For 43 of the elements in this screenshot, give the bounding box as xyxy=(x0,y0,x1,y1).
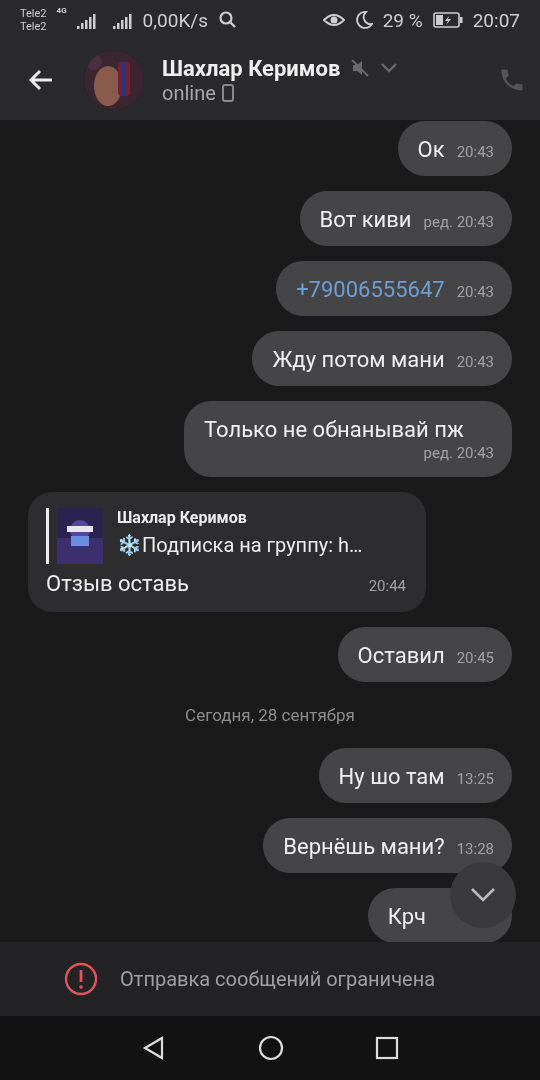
phone-device-icon xyxy=(221,83,234,102)
signal-icon xyxy=(112,11,133,29)
eye-icon xyxy=(322,12,345,28)
message-text: Вернёшь мани? xyxy=(283,833,445,861)
message-time: ред. 20:43 xyxy=(423,444,494,462)
message-time: 20:45 xyxy=(456,649,494,667)
signal-icon xyxy=(76,11,97,29)
message-text: Жду потом мани xyxy=(272,346,445,374)
carrier-label: Tele2 xyxy=(20,20,47,33)
home-nav-icon[interactable] xyxy=(258,1035,284,1061)
battery-icon xyxy=(432,12,463,28)
warning-icon xyxy=(64,962,98,996)
search-icon xyxy=(217,10,238,30)
message-time: 13:25 xyxy=(456,770,494,788)
restriction-notice: Отправка сообщений ограничена xyxy=(120,967,436,991)
carrier-label: Tele2 xyxy=(20,7,47,20)
message-time: 13:28 xyxy=(456,840,494,858)
message-time: 20:43 xyxy=(456,143,494,161)
message-text: Отзыв оставь xyxy=(46,570,189,598)
message-time: 20:43 xyxy=(456,283,494,301)
recents-nav-icon[interactable] xyxy=(375,1036,400,1060)
moon-icon xyxy=(354,11,373,29)
message-time: 20:44 xyxy=(368,577,406,595)
message-time: 20:43 xyxy=(456,353,494,371)
message-text: Ок xyxy=(417,136,445,164)
quote-text: ❄Подписка на группу: h… xyxy=(117,533,363,557)
message-text: Крч xyxy=(387,903,426,931)
network-type: 4G xyxy=(56,6,67,15)
online-status: online xyxy=(162,80,216,105)
chevron-down-icon xyxy=(470,887,496,903)
message-text: Оставил xyxy=(357,642,445,670)
message-time: ред. 20:43 xyxy=(423,213,494,231)
battery-percent: 29 % xyxy=(382,8,423,32)
chevron-down-icon[interactable] xyxy=(380,62,399,74)
reply-quote[interactable]: Шахлар Керимов ❄Подписка на группу: h… xyxy=(46,508,406,564)
contact-name[interactable]: Шахлар Керимов xyxy=(162,55,341,81)
message-text: Вот киви xyxy=(319,206,412,234)
clock: 20:07 xyxy=(472,8,520,32)
date-separator: Сегодня, 28 сентября xyxy=(185,704,355,727)
quote-author: Шахлар Керимов xyxy=(117,508,248,527)
message-text: Ну шо там xyxy=(338,763,445,791)
network-speed: 0,00K/s xyxy=(142,8,208,32)
message-text: Только не обнанывай пж xyxy=(204,416,464,444)
